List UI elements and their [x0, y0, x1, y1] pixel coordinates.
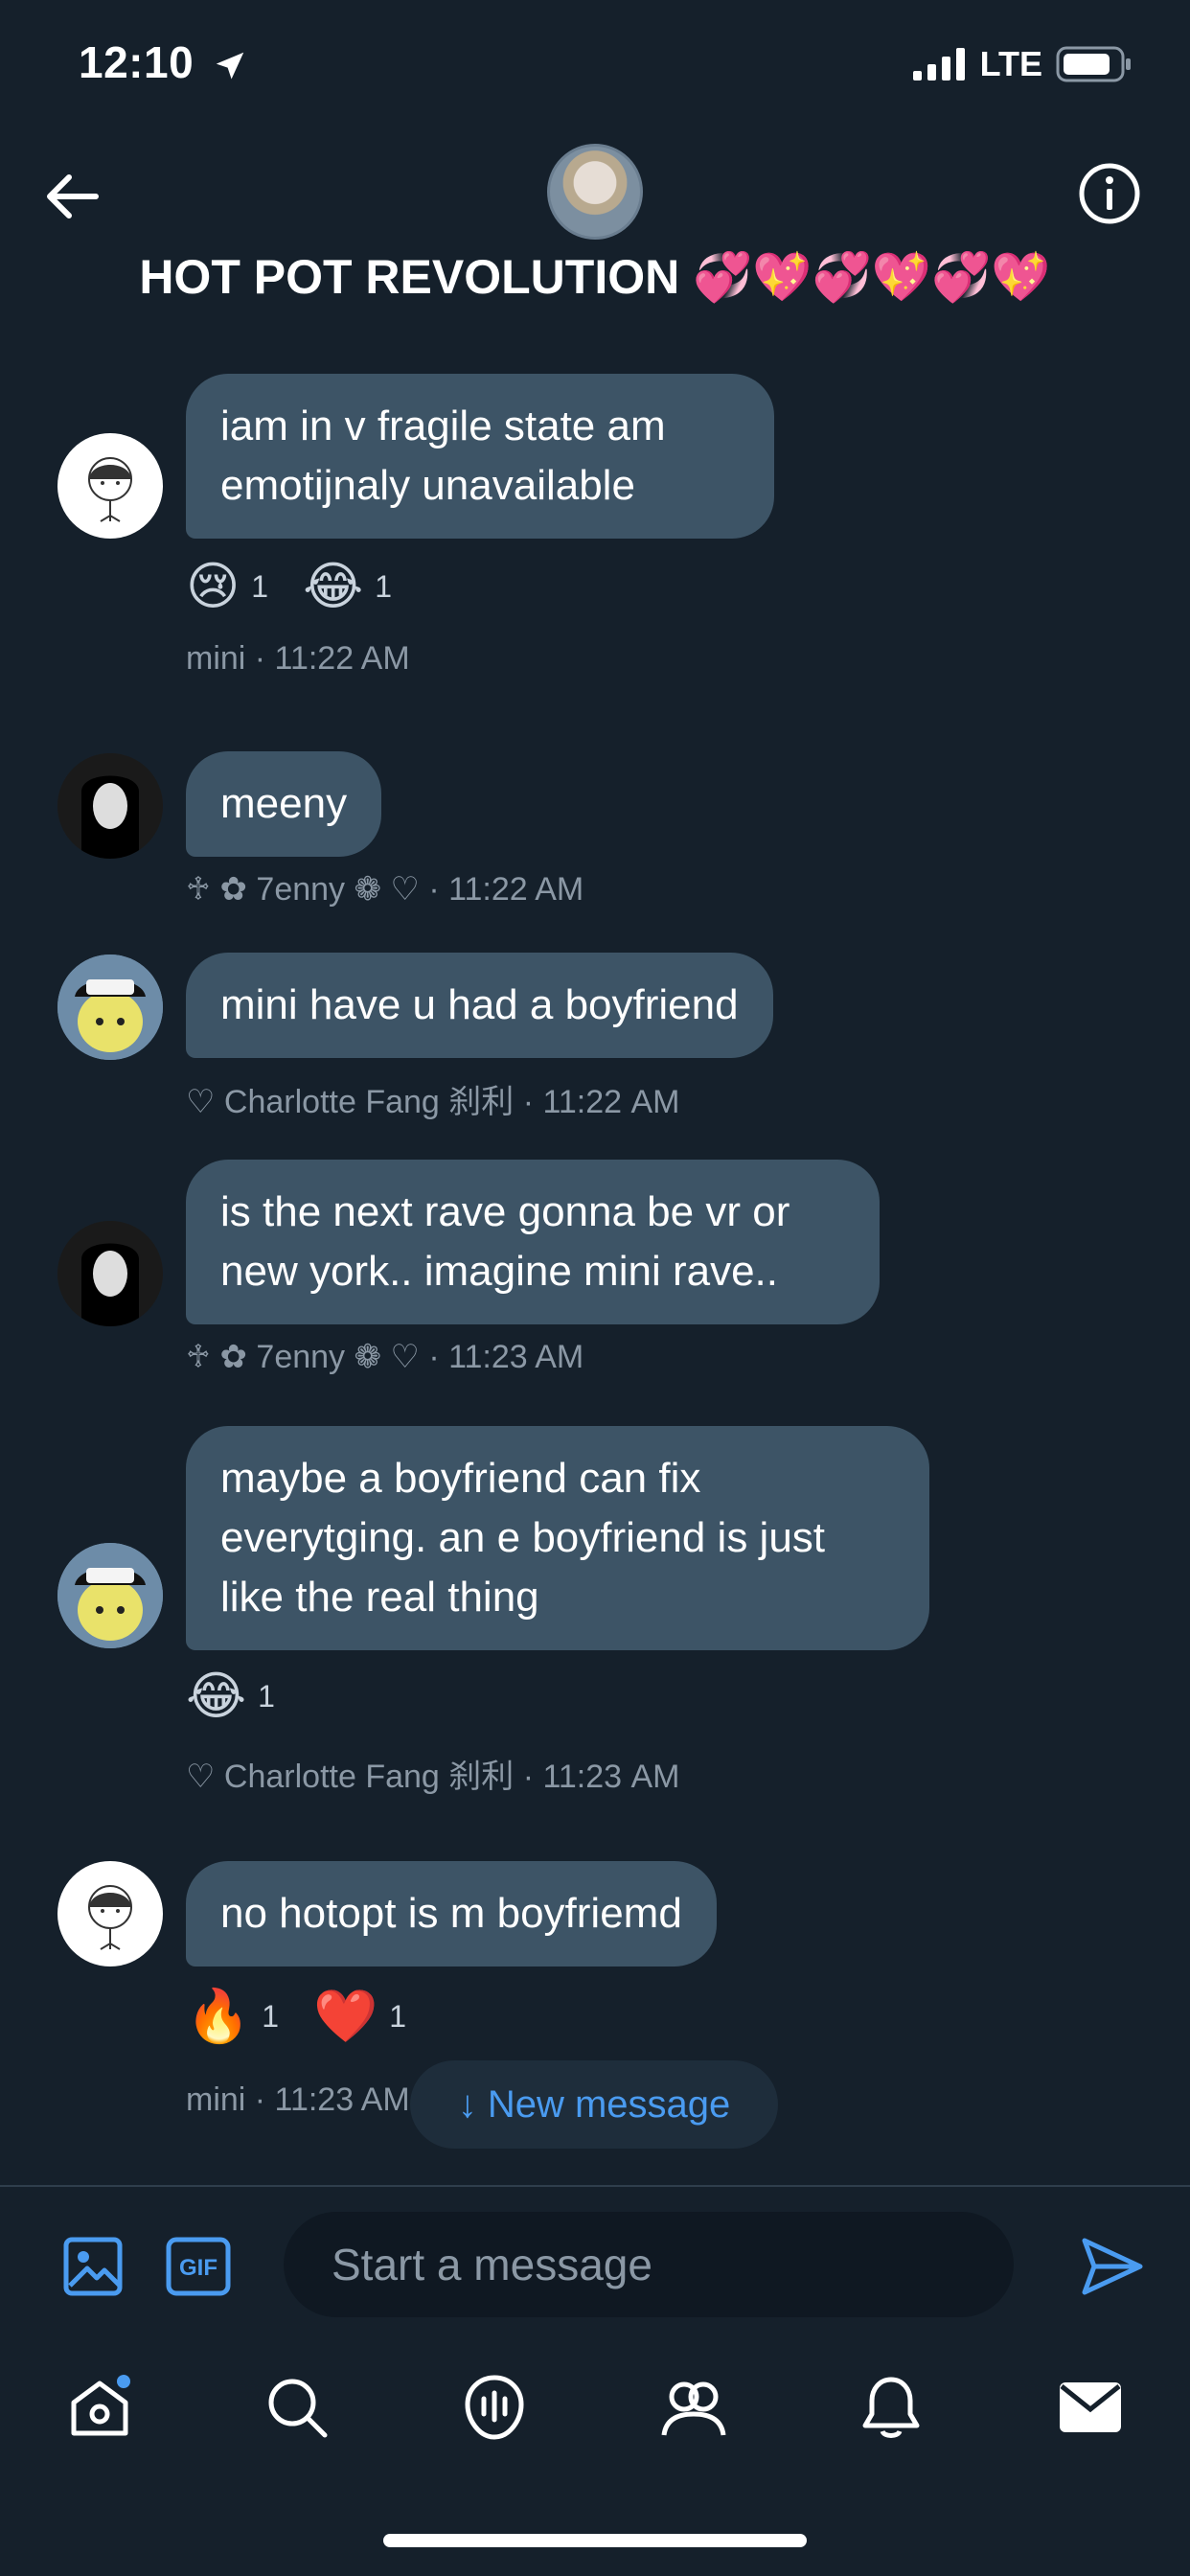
back-button[interactable]	[38, 163, 105, 230]
status-time: 12:10	[79, 36, 248, 88]
reactions: 😂 1	[186, 1668, 275, 1725]
tab-messages[interactable]	[1052, 2369, 1129, 2446]
message-meta: ♡ Charlotte Fang 刹利 · 11:22 AM	[186, 1084, 680, 1120]
avatar-mini-drawing	[88, 457, 132, 522]
reactions: 🔥 1 ❤️ 1	[186, 1988, 406, 2045]
message-list[interactable]: iam in v fragile state am emotijnaly una…	[0, 355, 1190, 2185]
message-meta: ♡ Charlotte Fang 刹利 · 11:23 AM	[186, 1759, 680, 1795]
reactions: 😢 1 😂 1	[186, 558, 392, 615]
avatar[interactable]	[57, 954, 163, 1060]
message-meta: ♱ ✿ 7enny ❁ ♡ · 11:23 AM	[186, 1339, 584, 1375]
avatar-7enny-photo	[57, 753, 163, 859]
avatar[interactable]	[57, 433, 163, 539]
message-input-placeholder: Start a message	[332, 2240, 652, 2289]
message-meta: mini · 11:22 AM	[186, 640, 410, 677]
signal-icon	[912, 48, 965, 80]
home-icon	[71, 2375, 130, 2436]
message-input[interactable]: Start a message	[284, 2212, 1014, 2317]
reaction[interactable]: ❤️ 1	[313, 1988, 406, 2045]
status-indicators: LTE	[912, 44, 1133, 84]
tab-search[interactable]	[259, 2369, 335, 2446]
reaction-count: 1	[389, 1998, 407, 2034]
reaction[interactable]: 😂 1	[303, 558, 392, 615]
group-title[interactable]: HOT POT REVOLUTION 💞💖💞💖💞💖	[0, 249, 1190, 306]
info-icon	[1079, 163, 1140, 224]
tab-spaces[interactable]	[456, 2369, 533, 2446]
avatar-charlotte-drawing	[57, 954, 163, 1060]
reaction-count: 1	[251, 568, 269, 604]
message-bubble[interactable]: maybe a boyfriend can fix everytging. an…	[186, 1426, 929, 1650]
avatar[interactable]	[57, 1861, 163, 1966]
avatar[interactable]	[57, 1221, 163, 1326]
mail-icon	[1060, 2382, 1121, 2432]
group-avatar[interactable]	[547, 144, 643, 240]
message-text: no hotopt is m boyfriemd	[220, 1890, 682, 1937]
message-text: is the next rave gonna be vr or new york…	[220, 1188, 790, 1295]
search-icon	[268, 2379, 328, 2438]
reaction-count: 1	[375, 568, 392, 604]
message-text: iam in v fragile state am emotijnaly una…	[220, 402, 666, 509]
conversation-header: HOT POT REVOLUTION 💞💖💞💖💞💖	[0, 125, 1190, 335]
location-arrow-icon	[217, 52, 244, 80]
reaction-emoji: ❤️	[313, 1988, 378, 2045]
title-emoji: 💞💖💞💖💞💖	[693, 250, 1051, 304]
avatar-7enny-photo	[57, 1221, 163, 1326]
network-type: LTE	[979, 44, 1042, 83]
status-bar: 12:10 LTE	[0, 0, 1190, 125]
communities-icon	[661, 2381, 726, 2436]
battery-icon	[1056, 46, 1131, 82]
reaction[interactable]: 😂 1	[186, 1668, 275, 1725]
bell-icon	[862, 2377, 920, 2438]
reaction-count: 1	[258, 1678, 275, 1714]
send-icon	[1082, 2238, 1143, 2295]
message-bubble[interactable]: mini have u had a boyfriend	[186, 953, 773, 1058]
avatar-mini-drawing	[88, 1885, 132, 1950]
reaction-emoji: 😂	[186, 1668, 247, 1725]
back-arrow-icon	[47, 174, 99, 218]
conversation-info-button[interactable]	[1071, 155, 1148, 232]
message-bubble[interactable]: meeny	[186, 751, 382, 857]
message-bubble[interactable]: iam in v fragile state am emotijnaly una…	[186, 374, 774, 539]
home-indicator	[383, 2534, 807, 2547]
tab-notifications[interactable]	[853, 2369, 929, 2446]
message-composer: GIF Start a message	[0, 2185, 1190, 2338]
message-bubble[interactable]: no hotopt is m boyfriemd	[186, 1861, 717, 1966]
reaction-emoji: 🔥	[186, 1988, 251, 2045]
new-message-button[interactable]: ↓ New message	[410, 2060, 778, 2149]
media-button[interactable]	[59, 2233, 126, 2300]
gif-button[interactable]: GIF	[165, 2233, 232, 2300]
message-text: meeny	[220, 780, 348, 827]
spaces-icon	[465, 2375, 524, 2440]
message-meta: ♱ ✿ 7enny ❁ ♡ · 11:22 AM	[186, 871, 584, 908]
message-meta: mini · 11:23 AM	[186, 2082, 410, 2118]
bottom-tab-bar	[0, 2338, 1190, 2482]
avatar[interactable]	[57, 753, 163, 859]
tab-communities[interactable]	[655, 2369, 732, 2446]
avatar[interactable]	[57, 1543, 163, 1648]
message-text: maybe a boyfriend can fix everytging. an…	[220, 1455, 826, 1621]
avatar-charlotte-drawing	[57, 1543, 163, 1648]
message-text: mini have u had a boyfriend	[220, 981, 739, 1028]
reaction[interactable]: 🔥 1	[186, 1988, 279, 2045]
tab-home[interactable]	[61, 2369, 138, 2446]
message-bubble[interactable]: is the next rave gonna be vr or new york…	[186, 1160, 880, 1324]
gif-icon: GIF	[166, 2237, 231, 2296]
reaction-count: 1	[262, 1998, 280, 2034]
reaction[interactable]: 😢 1	[186, 558, 268, 615]
svg-text:GIF: GIF	[179, 2255, 217, 2281]
image-icon	[63, 2237, 123, 2296]
reaction-emoji: 😢	[186, 558, 240, 615]
send-button[interactable]	[1079, 2233, 1146, 2300]
reaction-emoji: 😂	[303, 558, 364, 615]
